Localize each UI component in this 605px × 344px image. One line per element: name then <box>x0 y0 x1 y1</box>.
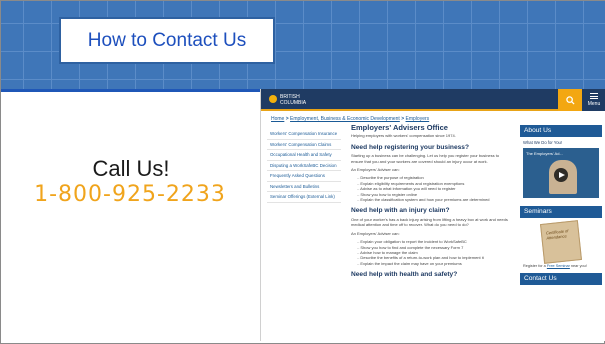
injury-list: Explain your obligation to report the in… <box>357 239 511 266</box>
seminar-note-pre: Register for a <box>523 264 547 268</box>
menu-button[interactable]: Menu <box>582 89 605 111</box>
logo-text: BRITISH COLUMBIA <box>280 94 307 106</box>
section-text: Starting up a business can be challengin… <box>351 153 500 164</box>
section-heading-registering: Need help registering your business? <box>351 143 469 151</box>
certificate-image: Certificate of Attendance <box>540 220 582 264</box>
nav-item-health-safety[interactable]: Occupational Health and Safety <box>267 150 341 161</box>
search-icon <box>565 95 575 105</box>
free-seminar-link[interactable]: Free Seminar <box>547 264 570 268</box>
certificate-text: Certificate of Attendance <box>545 228 569 241</box>
registering-list: Describe the purpose of registration Exp… <box>357 175 511 202</box>
play-icon[interactable] <box>554 168 568 182</box>
nav-item-claims[interactable]: Workers' Compensation Claims <box>267 140 341 150</box>
nav-item-newsletters[interactable]: Newsletters and Bulletins <box>267 182 341 192</box>
sun-icon <box>269 95 277 103</box>
menu-label: Menu <box>587 101 601 107</box>
hamburger-icon <box>590 93 598 99</box>
call-us-label: Call Us! <box>92 156 170 181</box>
video-thumbnail[interactable]: The Employers' Ad... <box>523 148 599 198</box>
intro-text: Helping employers with workers' compensa… <box>351 133 456 139</box>
list-item: Explain the impact the claim may have on… <box>357 261 511 266</box>
phone-number: 1-800-925-2233 <box>34 182 226 207</box>
breadcrumb-employers[interactable]: Employers <box>406 116 430 122</box>
about-us-heading[interactable]: About Us <box>520 125 602 137</box>
nav-item-seminars[interactable]: Seminar Offerings (External Link) <box>267 192 341 203</box>
breadcrumb-separator: > <box>285 116 289 122</box>
website-screenshot: BRITISH COLUMBIA Menu Home > Employment,… <box>260 89 605 341</box>
seminars-heading[interactable]: Seminars <box>520 206 602 218</box>
slide: How to Contact Us Call Us! 1-800-925-223… <box>0 0 605 344</box>
section-heading-injury: Need help with an injury claim? <box>351 207 450 215</box>
contact-us-heading[interactable]: Contact Us <box>520 273 602 285</box>
breadcrumb-employment[interactable]: Employment, Business & Economic Developm… <box>290 116 400 122</box>
bc-logo[interactable]: BRITISH COLUMBIA <box>269 93 313 107</box>
page-title: Employers' Advisers Office <box>351 123 448 132</box>
right-sidebar: About Us What We Do for You! The Employe… <box>520 125 602 285</box>
breadcrumb-separator: > <box>401 116 405 122</box>
section-heading-health: Need help with health and safety? <box>351 271 458 279</box>
video-title: The Employers' Ad... <box>526 151 563 156</box>
title-box: How to Contact Us <box>59 17 275 64</box>
nav-item-faq[interactable]: Frequently Asked Questions <box>267 171 341 182</box>
section-text: One of your worker's has a back injury a… <box>351 216 508 228</box>
nav-item-disputing[interactable]: Disputing a WorkSafeBC Decision <box>267 161 341 171</box>
list-item: Explain the classification system and ho… <box>357 197 511 202</box>
breadcrumb: Home > Employment, Business & Economic D… <box>271 116 429 122</box>
seminar-note-post: near you! <box>569 264 587 268</box>
section-lead: An Employers' Adviser can: <box>351 230 400 236</box>
section-lead: An Employers' Adviser can: <box>351 167 400 173</box>
slide-title: How to Contact Us <box>87 29 247 51</box>
left-navigation: Workers' Compensation Insurance Workers'… <box>267 129 341 203</box>
header-band: How to Contact Us <box>1 1 605 89</box>
about-us-subtitle: What We Do for You! <box>523 140 563 145</box>
main-content: Employers' Advisers Office Helping emplo… <box>351 123 511 281</box>
nav-item-insurance[interactable]: Workers' Compensation Insurance <box>267 129 341 140</box>
breadcrumb-home[interactable]: Home <box>271 116 284 122</box>
search-button[interactable] <box>558 89 582 111</box>
site-topbar: BRITISH COLUMBIA Menu <box>261 89 605 111</box>
seminar-note: Register for a Free Seminar near you! <box>520 264 602 273</box>
